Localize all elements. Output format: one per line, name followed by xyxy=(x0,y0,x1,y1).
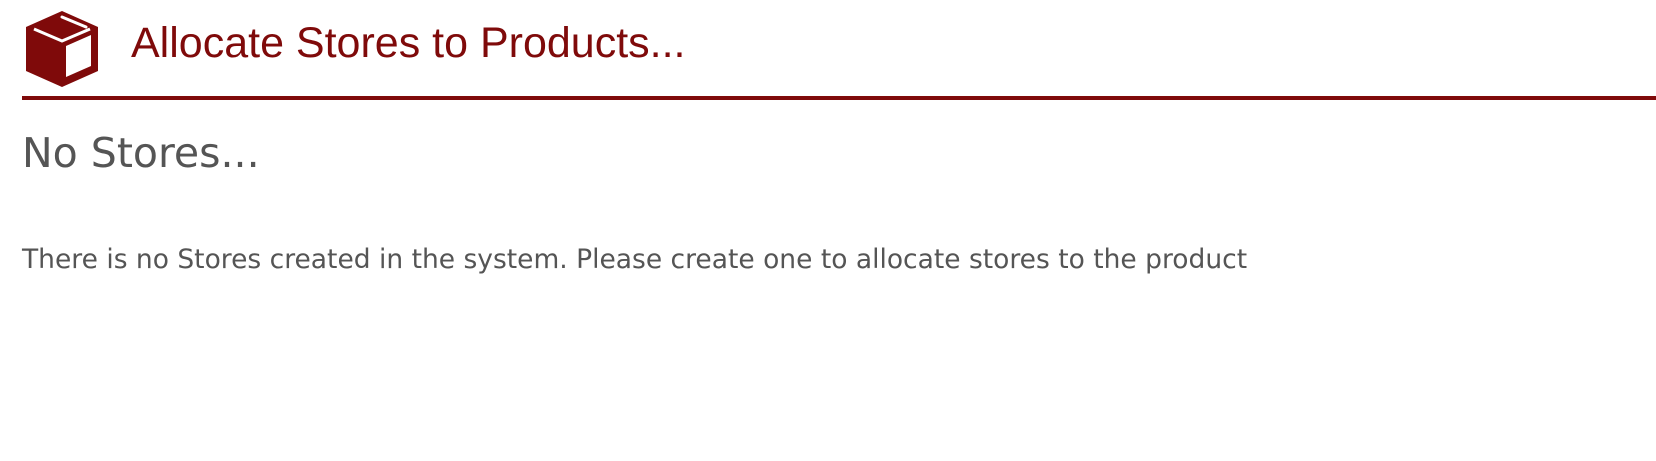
empty-state-message: There is no Stores created in the system… xyxy=(22,244,1248,275)
page-title: Allocate Stores to Products... xyxy=(131,19,686,67)
section-title: No Stores... xyxy=(22,129,260,177)
page-header: Allocate Stores to Products... xyxy=(22,6,1656,100)
box-icon xyxy=(22,8,102,88)
